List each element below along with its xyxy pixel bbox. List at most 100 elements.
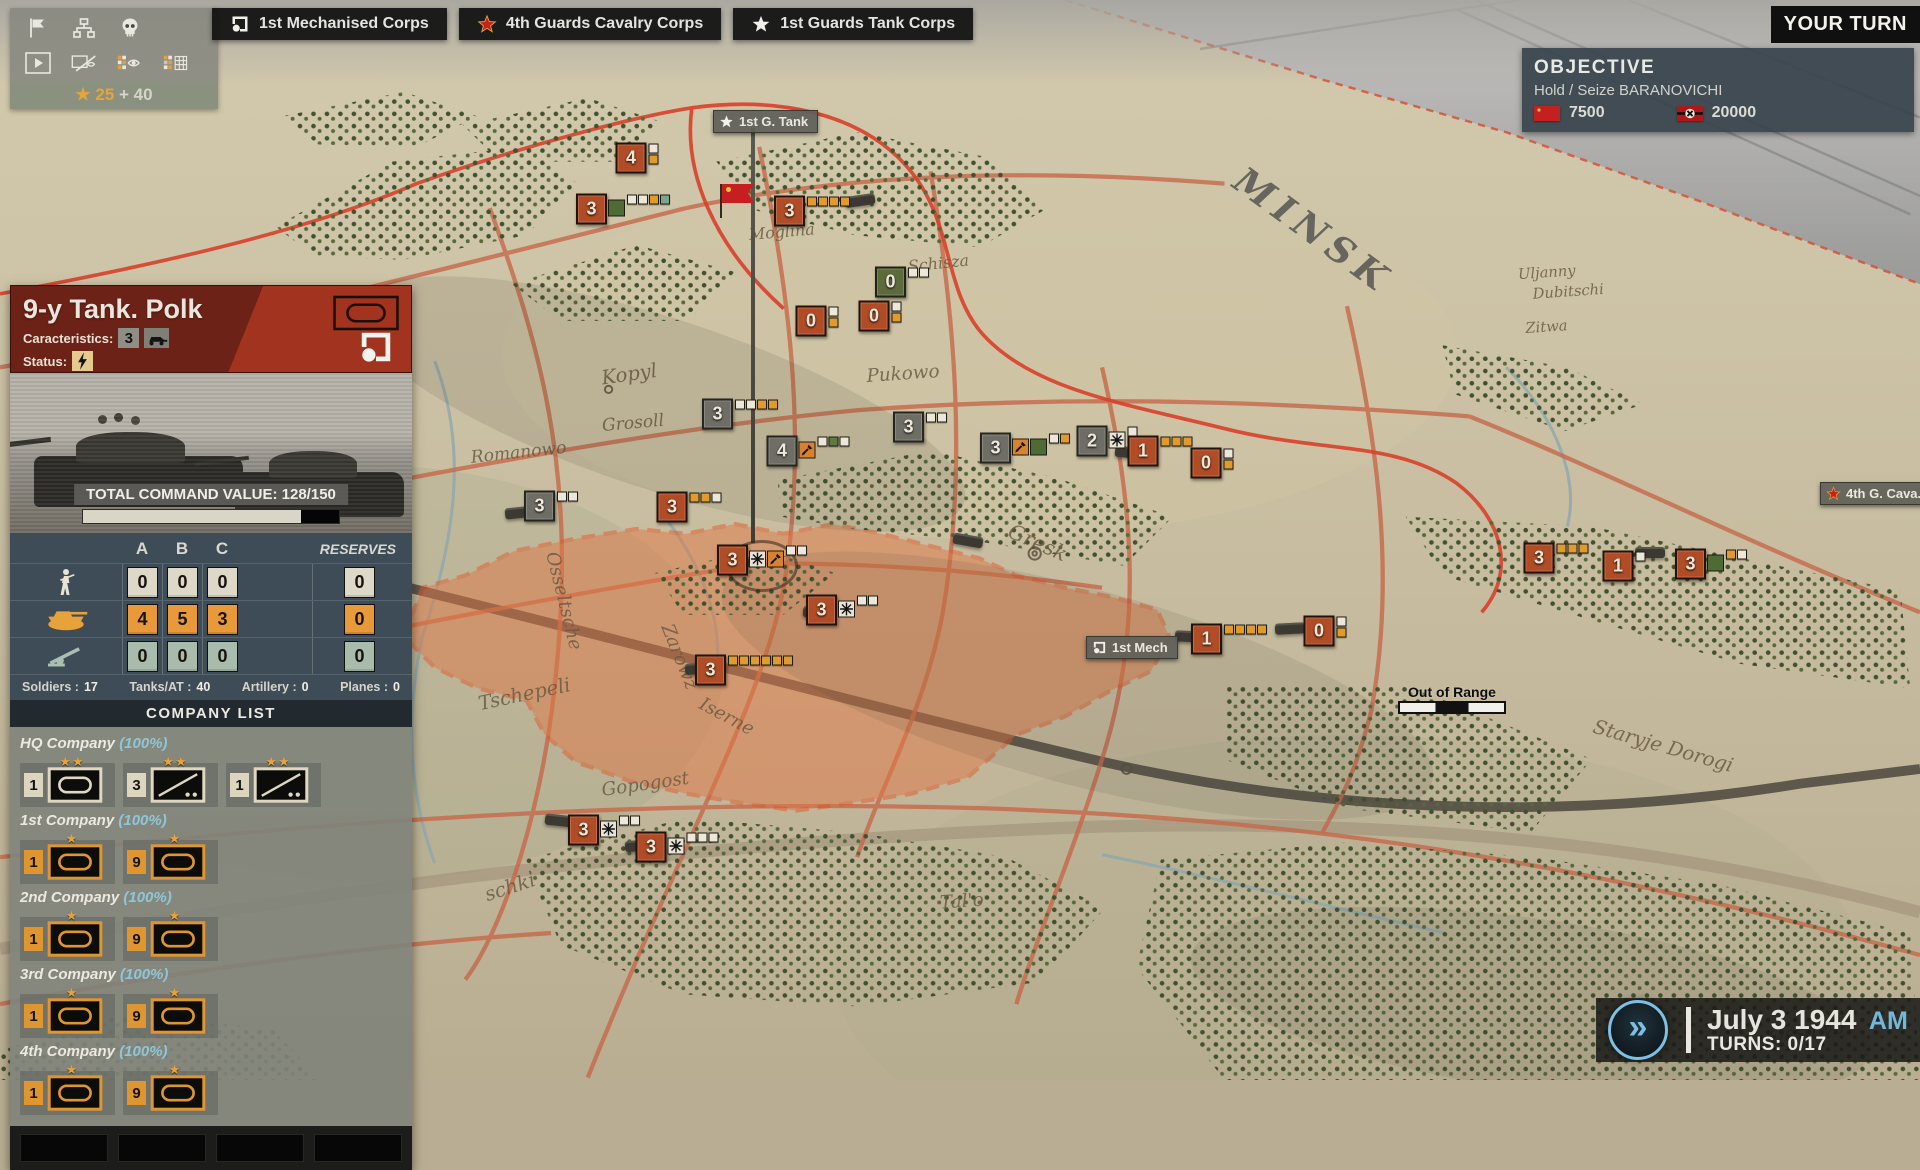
company-unit-card[interactable]: ★★1 <box>226 763 321 807</box>
org-chart-button[interactable] <box>70 15 98 41</box>
unit-counter[interactable]: 3 <box>568 815 640 846</box>
formation-sign-2[interactable]: 1st Mech <box>1086 636 1178 659</box>
unit-strength-number: 0 <box>859 301 890 332</box>
unit-strength-number: 3 <box>893 412 924 443</box>
end-turn-button[interactable]: » <box>1608 1000 1668 1060</box>
unit-counter[interactable]: 3 <box>702 399 778 430</box>
unit-counter[interactable]: 3 <box>893 412 947 443</box>
unit-counter[interactable]: 3 <box>717 545 807 576</box>
pip <box>761 656 771 666</box>
unit-counter[interactable]: 3 <box>980 433 1070 464</box>
unit-counter[interactable]: 1 <box>1128 436 1193 467</box>
pip <box>807 197 817 207</box>
strength-pips <box>908 268 929 278</box>
company-unit-card[interactable]: ★★3 <box>123 763 218 807</box>
pip <box>1568 544 1578 554</box>
pip <box>840 437 850 447</box>
unit-totals: Soldiers :17Tanks/AT :40Artillery :0Plan… <box>10 674 412 700</box>
org-chart-icon <box>71 16 97 40</box>
unit-counter[interactable]: 3 <box>695 655 793 686</box>
unit-counter[interactable]: 0 <box>796 306 839 337</box>
range-bar <box>1398 701 1506 714</box>
turn-bar: » July 3 1944 AM TURNS: 0/17 <box>1596 998 1920 1062</box>
unit-counter[interactable]: 1 <box>1603 551 1646 582</box>
company-unit-card[interactable]: ★1 <box>20 840 115 884</box>
corps-tab-2[interactable]: 4th Guards Cavalry Corps <box>459 8 721 40</box>
unit-counter[interactable]: 3 <box>806 595 878 626</box>
pip <box>630 816 640 826</box>
company-unit-card[interactable]: ★1 <box>20 994 115 1038</box>
command-points: ★ 25 + 40 <box>10 82 218 109</box>
white-star-icon <box>751 14 771 34</box>
white-star-icon <box>719 114 734 129</box>
unit-counter[interactable]: 3 <box>774 196 850 227</box>
company-unit-card[interactable]: ★1 <box>20 1071 115 1115</box>
pip <box>786 546 796 556</box>
company-name: 2nd Company (100%) <box>20 889 402 906</box>
counters-eye-icon <box>117 51 143 75</box>
company-unit-card[interactable]: ★9 <box>123 994 218 1038</box>
counters-eye-button[interactable] <box>116 50 144 76</box>
pip <box>926 413 936 423</box>
corps-tab-3[interactable]: 1st Guards Tank Corps <box>733 8 973 40</box>
unit-counter[interactable]: 0 <box>875 267 929 298</box>
formation-sign-1[interactable]: 1st G. Tank <box>713 110 818 133</box>
status-move-icon <box>668 838 685 855</box>
skull-button[interactable] <box>116 15 144 41</box>
corps-tab-1[interactable]: 1st Mechanised Corps <box>212 8 447 40</box>
formation-sign-3[interactable]: 4th G. Cava... <box>1820 482 1920 505</box>
tank-icon <box>47 921 103 957</box>
unit-strength-number: 0 <box>1191 448 1222 479</box>
corps-tab-label: 1st Mechanised Corps <box>259 15 429 33</box>
pip <box>892 313 902 323</box>
unit-counter[interactable]: 4 <box>616 143 659 174</box>
pip <box>840 197 850 207</box>
unit-strength-number: 0 <box>1304 616 1335 647</box>
strength-pips <box>649 144 659 165</box>
pip <box>868 596 878 606</box>
unit-counter[interactable]: 0 <box>1191 448 1234 479</box>
characteristics-value: 3 <box>118 328 139 348</box>
strength-pips <box>1224 449 1234 470</box>
unit-strength-number: 4 <box>767 436 798 467</box>
unit-counter[interactable]: 0 <box>859 301 902 332</box>
unit-counter[interactable]: 3 <box>576 194 670 225</box>
status-flag <box>1707 555 1724 572</box>
pip <box>757 400 767 410</box>
unit-counter[interactable]: 1 <box>1191 624 1267 655</box>
pip <box>627 195 637 205</box>
out-of-range-label: Out of Range <box>1398 684 1506 700</box>
unit-counter[interactable]: 3 <box>1675 549 1747 580</box>
play-button[interactable] <box>24 50 52 76</box>
company-name: HQ Company (100%) <box>20 735 402 752</box>
unit-counter[interactable]: 3 <box>1524 543 1589 574</box>
company-unit-card[interactable]: ★9 <box>123 840 218 884</box>
unit-counter[interactable]: 4 <box>767 436 850 467</box>
company-unit-card[interactable]: ★★1 <box>20 763 115 807</box>
counters-grid-button[interactable] <box>162 50 190 76</box>
pip <box>1235 625 1245 635</box>
unit-strength-number: 3 <box>695 655 726 686</box>
strength-pips <box>690 493 722 503</box>
unit-counter[interactable]: 0 <box>1304 616 1347 647</box>
pip <box>829 197 839 207</box>
unit-strength-number: 4 <box>616 143 647 174</box>
company-unit-card[interactable]: ★9 <box>123 917 218 961</box>
company-unit-card[interactable]: ★1 <box>20 917 115 961</box>
unit-strength-number: 3 <box>1524 543 1555 574</box>
cell: 0 <box>207 567 238 598</box>
unit-counter[interactable]: 3 <box>657 492 722 523</box>
soviet-points: 7500 <box>1569 104 1605 122</box>
hide-counters-button[interactable] <box>70 50 98 76</box>
pip <box>1337 617 1347 627</box>
company-unit-card[interactable]: ★9 <box>123 1071 218 1115</box>
tank-icon <box>150 998 206 1034</box>
turn-indicator: YOUR TURN <box>1771 6 1920 43</box>
strength-pips <box>818 437 850 447</box>
flag-button[interactable] <box>24 15 52 41</box>
unit-counter[interactable]: 3 <box>524 491 578 522</box>
strength-pips <box>735 400 778 410</box>
strength-pips <box>1049 434 1070 444</box>
unit-counter[interactable]: 3 <box>636 832 719 863</box>
company-name: 1st Company (100%) <box>20 812 402 829</box>
